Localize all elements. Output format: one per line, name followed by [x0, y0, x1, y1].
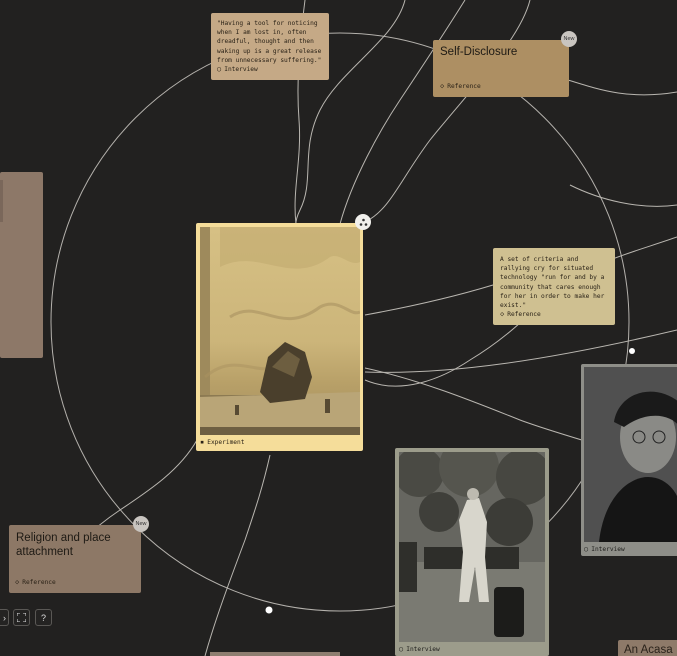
- circle-icon: ○: [217, 65, 222, 73]
- zoom-control-partial[interactable]: ›: [0, 609, 9, 626]
- experiment-photo-image: [200, 227, 360, 435]
- help-label: ?: [40, 612, 46, 623]
- circle-icon: ○: [399, 645, 404, 653]
- card-title: An Acasa: [624, 644, 673, 656]
- new-badge: New: [561, 31, 577, 47]
- circle-icon: ○: [584, 545, 589, 553]
- card-title: Self-Disclosure: [440, 46, 518, 58]
- portrait-photo-image: [584, 367, 677, 542]
- quote-text: A set of criteria and rallying cry for s…: [500, 256, 605, 310]
- partial-card-bottom-center[interactable]: [210, 652, 340, 656]
- cluster-icon: [359, 218, 367, 226]
- partial-card-bottom-right[interactable]: An Acasa: [618, 640, 677, 656]
- reference-card-criteria[interactable]: A set of criteria and rallying cry for s…: [493, 248, 615, 325]
- experiment-card-selected[interactable]: ▪ Experiment: [196, 223, 363, 451]
- expand-connections-button[interactable]: [355, 214, 371, 230]
- card-tag: ◇ Reference: [15, 578, 56, 587]
- interview-card-park[interactable]: ○ Interview: [395, 448, 549, 656]
- park-photo: [399, 452, 545, 642]
- link-line: [567, 79, 677, 96]
- quote-card-interview[interactable]: "Having a tool for noticing when I am lo…: [211, 13, 329, 80]
- reference-card-self-disclosure[interactable]: Self-Disclosure ◇ Reference: [433, 40, 569, 97]
- card-tag: ▪ Experiment: [200, 438, 245, 447]
- card-tag: ◇ Reference: [440, 82, 481, 91]
- card-tag: ○ Interview: [584, 545, 625, 554]
- link-line: [204, 454, 271, 656]
- partial-card-left[interactable]: [0, 172, 43, 358]
- quote-text: "Having a tool for noticing when I am lo…: [217, 20, 322, 64]
- card-tag: ○ Interview: [399, 645, 440, 654]
- new-badge: New: [133, 516, 149, 532]
- fullscreen-button[interactable]: [13, 609, 30, 626]
- expand-icon: [17, 613, 26, 622]
- portrait-photo: [584, 367, 677, 542]
- node-dot: [265, 606, 273, 614]
- node-dot: [629, 348, 635, 354]
- reference-card-religion[interactable]: Religion and place attachment ◇ Referenc…: [9, 525, 141, 593]
- card-tag: ◇ Reference: [500, 310, 541, 319]
- diamond-icon: ◇: [500, 310, 505, 318]
- square-icon: ▪: [200, 438, 205, 446]
- graph-canvas[interactable]: "Having a tool for noticing when I am lo…: [0, 0, 677, 656]
- link-line: [364, 284, 494, 316]
- help-button[interactable]: ?: [35, 609, 52, 626]
- card-tag: ○ Interview: [217, 65, 258, 74]
- card-title: Religion and place attachment: [16, 532, 111, 558]
- link-line: [569, 184, 677, 207]
- experiment-photo: [200, 227, 360, 435]
- chevron-icon: ›: [3, 612, 6, 623]
- interview-card-portrait[interactable]: ○ Interview: [581, 364, 677, 556]
- diamond-icon: ◇: [15, 578, 20, 586]
- park-photo-image: [399, 452, 545, 642]
- link-line: [364, 0, 531, 223]
- diamond-icon: ◇: [440, 82, 445, 90]
